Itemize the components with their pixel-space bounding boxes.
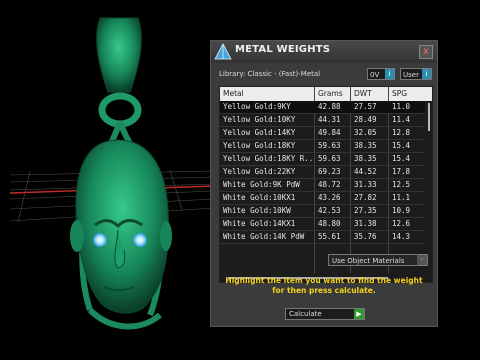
table-row[interactable]: White Gold:14K PdW 55.61 35.76 14.3 bbox=[220, 231, 425, 244]
cell-dwt: 27.82 bbox=[354, 193, 377, 202]
close-icon[interactable]: x bbox=[419, 45, 433, 59]
calculate-label: Calculate bbox=[289, 310, 322, 318]
cell-spg: 15.4 bbox=[392, 141, 411, 150]
column-header-dwt[interactable]: DWT bbox=[354, 89, 372, 98]
cell-dwt: 44.52 bbox=[354, 167, 377, 176]
cell-grams: 55.61 bbox=[318, 232, 341, 241]
table-row[interactable]: Yellow Gold:18KY R... 59.63 38.35 15.4 bbox=[220, 153, 425, 166]
table-row[interactable]: Yellow Gold:14KY 49.84 32.05 12.8 bbox=[220, 127, 425, 140]
cell-metal: White Gold:10KX1 bbox=[223, 193, 296, 202]
dropdown-arrow-icon: i bbox=[385, 69, 394, 79]
play-arrow-icon: ▶ bbox=[354, 309, 364, 319]
use-object-materials-dropdown[interactable]: Use Object Materials ◦ bbox=[328, 254, 428, 266]
bail-ring bbox=[98, 92, 142, 128]
dropdown-arrow-icon: ◦ bbox=[417, 255, 427, 265]
cell-grams: 42.88 bbox=[318, 102, 341, 111]
cell-grams: 48.72 bbox=[318, 180, 341, 189]
cell-metal: Yellow Gold:18KY R... bbox=[223, 154, 313, 163]
cell-dwt: 27.57 bbox=[354, 102, 377, 111]
tetrahedron-logo-icon bbox=[214, 43, 232, 60]
cell-spg: 15.4 bbox=[392, 154, 411, 163]
metal-weights-panel: METAL WEIGHTS x Library: Classic - (Fast… bbox=[210, 40, 438, 327]
cell-grams: 42.53 bbox=[318, 206, 341, 215]
left-eye-gem bbox=[93, 233, 107, 247]
cell-grams: 44.31 bbox=[318, 115, 341, 124]
cell-dwt: 32.05 bbox=[354, 128, 377, 137]
units-dropdown[interactable]: 0V i bbox=[367, 68, 395, 80]
cell-spg: 11.4 bbox=[392, 115, 411, 124]
cell-grams: 69.23 bbox=[318, 167, 341, 176]
head bbox=[75, 139, 169, 314]
table-body: Yellow Gold:9KY 42.88 27.57 11.0 Yellow Gold… bbox=[220, 101, 425, 244]
cell-spg: 12.5 bbox=[392, 180, 411, 189]
column-header-spg[interactable]: SPG bbox=[392, 89, 407, 98]
use-object-materials-label: Use Object Materials bbox=[332, 257, 405, 265]
table-row[interactable]: White Gold:10KX1 43.26 27.82 11.1 bbox=[220, 192, 425, 205]
cell-metal: Yellow Gold:14KY bbox=[223, 128, 296, 137]
instruction-text: Highlight the item you want to find the … bbox=[225, 276, 423, 295]
cell-grams: 59.63 bbox=[318, 141, 341, 150]
cell-dwt: 31.33 bbox=[354, 180, 377, 189]
cell-grams: 59.63 bbox=[318, 154, 341, 163]
dropdown-arrow-icon: i bbox=[422, 69, 431, 79]
column-header-metal[interactable]: Metal bbox=[223, 89, 244, 98]
cell-spg: 10.9 bbox=[392, 206, 411, 215]
cell-metal: White Gold:9K PdW bbox=[223, 180, 300, 189]
library-dropdown-value: User bbox=[403, 71, 419, 79]
cell-dwt: 27.35 bbox=[354, 206, 377, 215]
calculate-button[interactable]: Calculate ▶ bbox=[285, 308, 365, 320]
vertical-scrollbar[interactable] bbox=[426, 101, 432, 271]
cell-metal: White Gold:10KW bbox=[223, 206, 291, 215]
panel-titlebar[interactable]: METAL WEIGHTS x bbox=[211, 41, 437, 63]
panel-title: METAL WEIGHTS bbox=[235, 44, 331, 55]
cell-grams: 43.26 bbox=[318, 193, 341, 202]
table-row[interactable]: Yellow Gold:10KY 44.31 28.49 11.4 bbox=[220, 114, 425, 127]
cell-grams: 48.80 bbox=[318, 219, 341, 228]
cell-dwt: 28.49 bbox=[354, 115, 377, 124]
cell-dwt: 35.76 bbox=[354, 232, 377, 241]
cell-dwt: 38.35 bbox=[354, 141, 377, 150]
3d-viewport[interactable]: METAL WEIGHTS x Library: Classic - (Fast… bbox=[0, 0, 480, 360]
cell-spg: 12.8 bbox=[392, 128, 411, 137]
table-row[interactable]: Yellow Gold:18KY 59.63 38.35 15.4 bbox=[220, 140, 425, 153]
table-row[interactable]: White Gold:14KX1 48.80 31.38 12.6 bbox=[220, 218, 425, 231]
cell-spg: 12.6 bbox=[392, 219, 411, 228]
table-row[interactable]: Yellow Gold:9KY 42.88 27.57 11.0 bbox=[220, 101, 425, 114]
library-dropdown[interactable]: User i bbox=[400, 68, 432, 80]
cell-metal: Yellow Gold:10KY bbox=[223, 115, 296, 124]
table-header: Metal Grams DWT SPG bbox=[220, 87, 432, 101]
cell-metal: White Gold:14KX1 bbox=[223, 219, 296, 228]
table-row[interactable]: White Gold:10KW 42.53 27.35 10.9 bbox=[220, 205, 425, 218]
cell-spg: 14.3 bbox=[392, 232, 411, 241]
cell-spg: 17.8 bbox=[392, 167, 411, 176]
cell-grams: 49.84 bbox=[318, 128, 341, 137]
cell-dwt: 31.38 bbox=[354, 219, 377, 228]
column-header-grams[interactable]: Grams bbox=[318, 89, 343, 98]
units-dropdown-value: 0V bbox=[370, 71, 380, 79]
cell-spg: 11.1 bbox=[392, 193, 411, 202]
table-row[interactable]: White Gold:9K PdW 48.72 31.33 12.5 bbox=[220, 179, 425, 192]
cell-dwt: 38.35 bbox=[354, 154, 377, 163]
right-eye-gem bbox=[133, 233, 147, 247]
cell-metal: White Gold:14K PdW bbox=[223, 232, 305, 241]
table-row[interactable]: Yellow Gold:22KY 69.23 44.52 17.8 bbox=[220, 166, 425, 179]
cell-metal: Yellow Gold:9KY bbox=[223, 102, 291, 111]
cell-metal: Yellow Gold:22KY bbox=[223, 167, 296, 176]
cell-spg: 11.0 bbox=[392, 102, 411, 111]
pendant-bail bbox=[96, 17, 142, 93]
cell-metal: Yellow Gold:18KY bbox=[223, 141, 296, 150]
library-label: Library: Classic - (Fast)-Metal bbox=[219, 70, 321, 78]
